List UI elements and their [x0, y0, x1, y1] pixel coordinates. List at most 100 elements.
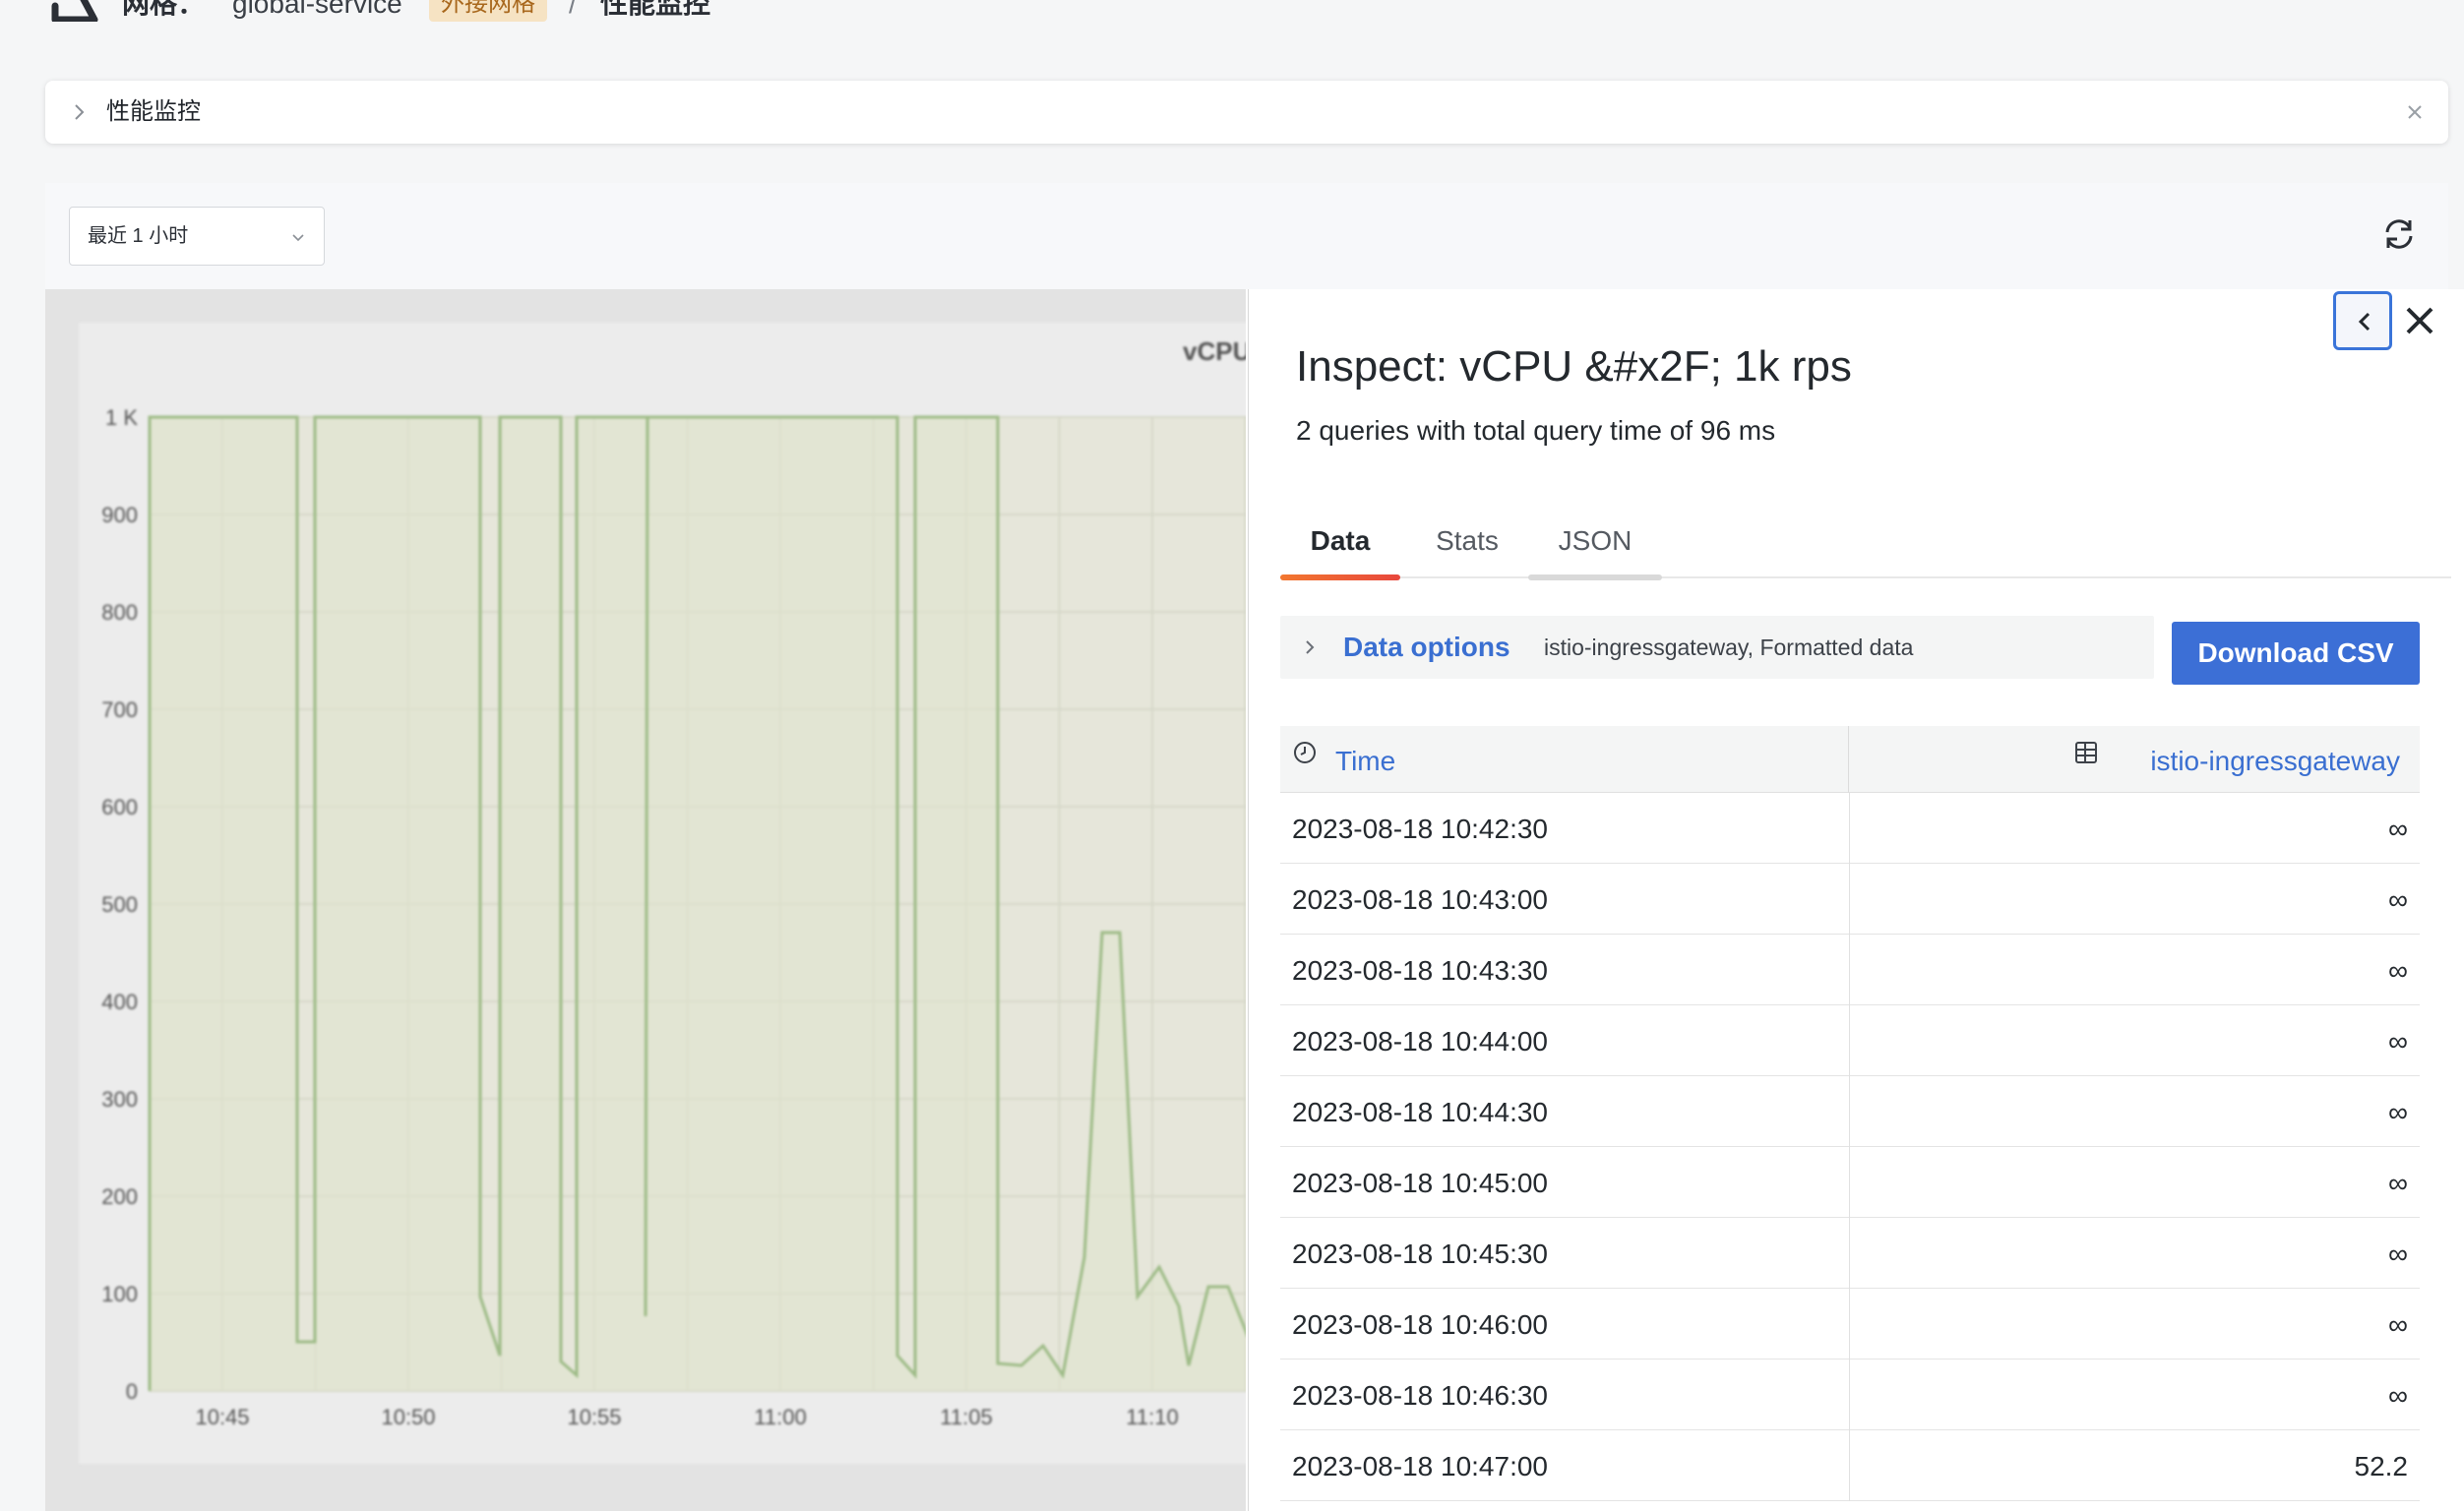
- table-row: 2023-08-18 10:45:00 ∞: [1280, 1147, 2420, 1218]
- table-cell-value: ∞: [2388, 1380, 2408, 1411]
- data-options-toggle[interactable]: Data options istio-ingressgateway, Forma…: [1280, 616, 2154, 679]
- column-divider: [1849, 793, 1850, 864]
- chart-panel: vCPU / 1 K 900 800 700 600 500 400 300 200 100 0 1…: [79, 323, 1246, 1464]
- column-divider: [1849, 1147, 1850, 1218]
- y-tick-label: 300: [101, 1087, 138, 1112]
- data-table: Time istio-ingressgateway 2023-08-18 10:…: [1280, 726, 2420, 1501]
- y-tick-label: 1 K: [105, 405, 138, 430]
- tab-data-label: Data: [1310, 525, 1371, 556]
- y-tick-label: 600: [101, 795, 138, 819]
- data-options-description: istio-ingressgateway, Formatted data: [1544, 635, 1914, 660]
- chevron-left-icon: [2358, 312, 2371, 332]
- x-tick-label: 10:50: [381, 1405, 435, 1429]
- column-divider: [1849, 1076, 1850, 1147]
- time-range-select[interactable]: 最近 1 小时: [69, 207, 325, 266]
- chevron-down-icon: [292, 234, 304, 242]
- chevron-right-icon[interactable]: [67, 100, 91, 124]
- breadcrumb-mesh-name[interactable]: global-service: [232, 0, 402, 20]
- table-cell-time: 2023-08-18 10:46:00: [1292, 1309, 1548, 1340]
- inspect-subtitle: 2 queries with total query time of 96 ms: [1296, 415, 1776, 446]
- table-cell-time: 2023-08-18 10:44:00: [1292, 1026, 1548, 1057]
- table-row: 2023-08-18 10:46:30 ∞: [1280, 1360, 2420, 1430]
- table-row: 2023-08-18 10:44:00 ∞: [1280, 1005, 2420, 1076]
- mesh-logo-icon: [51, 0, 98, 22]
- table-cell-value: ∞: [2388, 1097, 2408, 1127]
- download-csv-button[interactable]: Download CSV: [2172, 622, 2420, 685]
- x-tick-label: 11:00: [754, 1405, 806, 1429]
- table-row: 2023-08-18 10:43:30 ∞: [1280, 935, 2420, 1005]
- y-tick-label: 200: [101, 1184, 138, 1209]
- table-cell-value: ∞: [2388, 1309, 2408, 1340]
- column-divider: [1849, 1430, 1850, 1501]
- chart-area: vCPU / 1 K 900 800 700 600 500 400 300 200 100 0 1…: [45, 289, 1246, 1511]
- x-tick-label: 10:45: [195, 1405, 249, 1429]
- inspect-tabs: Data Stats JSON: [1280, 515, 2451, 580]
- mesh-type-badge: 外接网格: [429, 0, 547, 22]
- table-cell-value: ∞: [2388, 884, 2408, 915]
- chevron-right-icon: [1306, 640, 1315, 654]
- table-row: 2023-08-18 10:45:30 ∞: [1280, 1218, 2420, 1289]
- tab-active-underline: [1280, 574, 1400, 580]
- data-options-label: Data options: [1343, 632, 1510, 662]
- series-column-header[interactable]: istio-ingressgateway: [2150, 744, 2400, 779]
- time-column-header[interactable]: Time: [1280, 726, 1849, 793]
- table-row: 2023-08-18 10:44:30 ∞: [1280, 1076, 2420, 1147]
- y-tick-label: 900: [101, 503, 138, 527]
- time-column-label: Time: [1335, 746, 1396, 776]
- column-divider: [1849, 1360, 1850, 1430]
- table-field-icon: [2075, 742, 2097, 763]
- tab-json[interactable]: JSON: [1528, 515, 1662, 580]
- x-tick-label: 11:10: [1126, 1405, 1178, 1429]
- table-row: 2023-08-18 10:47:00 52.2: [1280, 1430, 2420, 1501]
- table-cell-time: 2023-08-18 10:44:30: [1292, 1097, 1548, 1127]
- table-row: 2023-08-18 10:43:00 ∞: [1280, 864, 2420, 935]
- table-cell-time: 2023-08-18 10:47:00: [1292, 1451, 1548, 1481]
- refresh-icon[interactable]: [2379, 214, 2419, 254]
- chart-title: vCPU /: [1183, 336, 1246, 366]
- table-header: Time istio-ingressgateway: [1280, 726, 2420, 793]
- table-cell-value: ∞: [2388, 814, 2408, 844]
- table-cell-value: ∞: [2388, 1168, 2408, 1198]
- collapse-bar-title: 性能监控: [106, 98, 201, 125]
- tab-stats-label: Stats: [1436, 525, 1499, 556]
- monitor-toolbar: 最近 1 小时: [45, 183, 2448, 289]
- table-cell-value: ∞: [2388, 1239, 2408, 1269]
- close-icon[interactable]: [2403, 100, 2427, 124]
- y-tick-label: 500: [101, 892, 138, 917]
- collapse-bar[interactable]: 性能监控: [45, 81, 2448, 144]
- y-tick-label: 800: [101, 600, 138, 625]
- column-divider: [1849, 1218, 1850, 1289]
- inspect-title: Inspect: vCPU &#x2F; 1k rps: [1296, 342, 1852, 391]
- collapse-drawer-button[interactable]: [2333, 291, 2392, 350]
- table-cell-time: 2023-08-18 10:43:00: [1292, 884, 1548, 915]
- tab-hover-underline: [1528, 574, 1662, 580]
- tab-stats[interactable]: Stats: [1428, 515, 1507, 578]
- time-range-value: 最近 1 小时: [88, 225, 189, 247]
- table-cell-time: 2023-08-18 10:45:30: [1292, 1239, 1548, 1269]
- x-tick-label: 10:55: [567, 1405, 621, 1429]
- breadcrumb-current: 性能监控: [600, 0, 711, 19]
- tab-data[interactable]: Data: [1280, 515, 1400, 580]
- y-tick-label: 700: [101, 697, 138, 722]
- y-tick-label: 100: [101, 1282, 138, 1306]
- table-cell-time: 2023-08-18 10:43:30: [1292, 955, 1548, 986]
- y-tick-label: 0: [126, 1379, 138, 1404]
- table-row: 2023-08-18 10:42:30 ∞: [1280, 793, 2420, 864]
- table-row: 2023-08-18 10:46:00 ∞: [1280, 1289, 2420, 1360]
- table-cell-time: 2023-08-18 10:45:00: [1292, 1168, 1548, 1198]
- table-body: 2023-08-18 10:42:30 ∞ 2023-08-18 10:43:00 ∞…: [1280, 793, 2420, 1501]
- close-drawer-icon[interactable]: [2402, 303, 2437, 338]
- breadcrumb-separator: /: [569, 0, 577, 19]
- inspect-drawer: Inspect: vCPU &#x2F; 1k rps 2 queries wi…: [1248, 289, 2464, 1511]
- table-cell-value: 52.2: [2354, 1451, 2409, 1481]
- table-cell-value: ∞: [2388, 1026, 2408, 1057]
- chart-svg: vCPU / 1 K 900 800 700 600 500 400 300 200 100 0 1…: [101, 336, 1246, 1429]
- x-tick-label: 11:05: [940, 1405, 992, 1429]
- table-cell-value: ∞: [2388, 955, 2408, 986]
- clock-icon: [1294, 742, 1316, 763]
- top-breadcrumb: 网格： global-service 外接网格 / 性能监控: [0, 0, 2464, 39]
- tab-json-label: JSON: [1558, 525, 1632, 556]
- column-divider: [1849, 1005, 1850, 1076]
- column-divider: [1849, 935, 1850, 1005]
- column-divider: [1849, 1289, 1850, 1360]
